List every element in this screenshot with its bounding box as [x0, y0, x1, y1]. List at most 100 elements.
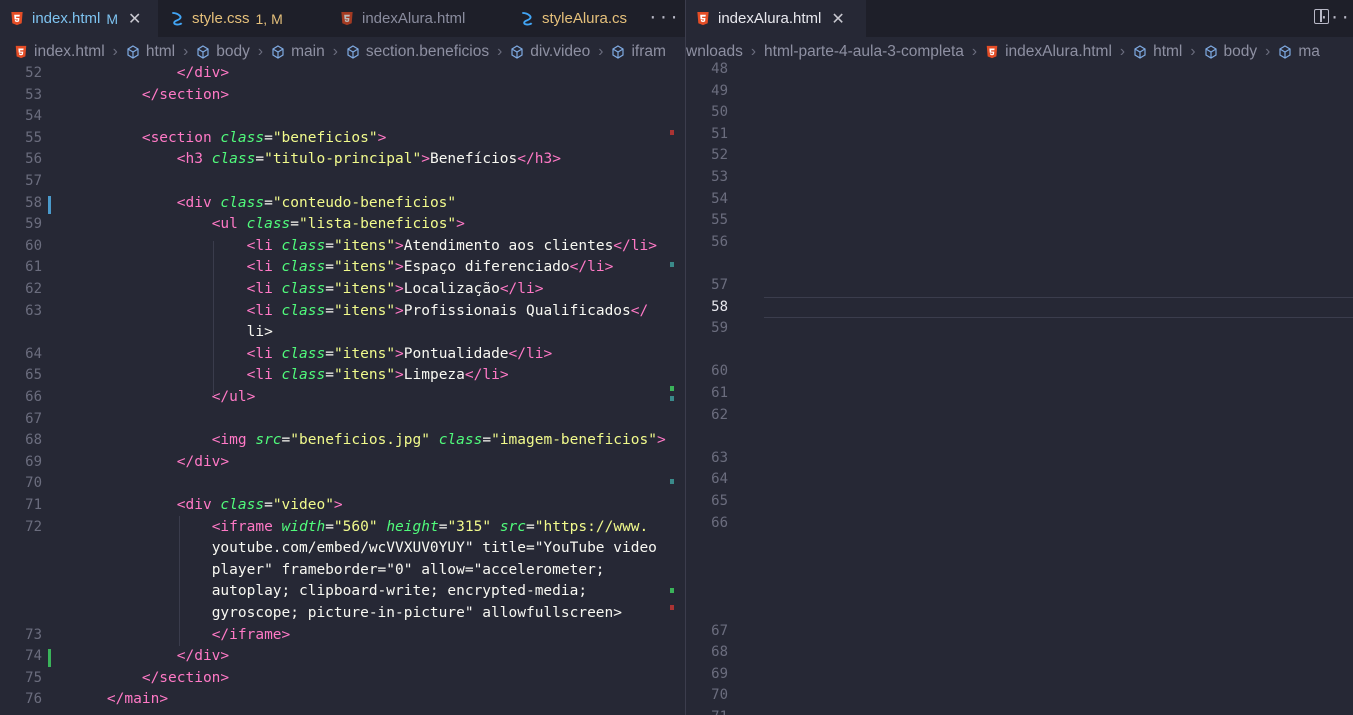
breadcrumb-label: section.beneficios: [365, 42, 490, 60]
vscode-window: index.html M ✕ style.css 1, M indexAlura…: [0, 0, 1353, 715]
tab-status-badge: M: [106, 10, 119, 27]
tab-bar-right: indexAlura.html ✕ ···: [686, 0, 1353, 37]
breadcrumb-item[interactable]: html: [126, 43, 175, 61]
code-text: autoplay; clipboard-write; encrypted-med…: [211, 583, 588, 600]
indent-guide: [213, 241, 214, 396]
breadcrumb-item[interactable]: main: [271, 43, 325, 61]
breadcrumb-label: html: [145, 42, 176, 60]
code-text: </section>: [141, 86, 230, 103]
line-number: 75: [25, 669, 42, 686]
line-number: 61: [711, 385, 728, 401]
breadcrumb-separator: ›: [332, 42, 338, 60]
line-number: 67: [25, 410, 42, 427]
code-text: <li class="itens">Espaço diferenciado</l…: [246, 259, 614, 276]
tab-style-css[interactable]: style.css 1, M: [160, 0, 328, 37]
line-number: 65: [711, 493, 728, 509]
line-number: 52: [25, 65, 42, 81]
code-text: youtube.com/embed/wcVVXUV0YUY" title="Yo…: [211, 540, 657, 557]
line-number: 64: [711, 471, 728, 488]
element-symbol-icon: [127, 44, 139, 59]
close-icon[interactable]: ✕: [831, 9, 844, 29]
code-text: <li class="itens">Atendimento aos client…: [246, 237, 657, 254]
line-number: 61: [25, 259, 42, 276]
line-number: 56: [711, 233, 728, 250]
line-number: 71: [686, 707, 728, 715]
code-editor-left[interactable]: 52 </div> 53 </section> 54 55 <section clas…: [0, 65, 685, 715]
more-actions-icon[interactable]: ···: [1319, 8, 1351, 27]
minimap-marker: [670, 130, 674, 135]
close-icon[interactable]: ✕: [128, 9, 141, 29]
line-number: 70: [25, 475, 42, 492]
indent-guide: [179, 516, 180, 646]
minimap-marker: [670, 479, 674, 484]
breadcrumb-item[interactable]: html: [1133, 43, 1182, 61]
line-number: 57: [711, 277, 728, 293]
code-text: <li class="itens">Pontualidade</li>: [246, 345, 553, 362]
line-number: 52: [711, 147, 728, 164]
minimap-marker: [670, 605, 674, 610]
line-number: 60: [25, 237, 42, 254]
line-number: 59: [711, 320, 728, 337]
tab-stylealura-css[interactable]: styleAlura.cs: [510, 0, 645, 37]
element-symbol-icon: [1279, 44, 1291, 59]
breadcrumb-label: wnloads: [686, 42, 743, 60]
breadcrumb-item[interactable]: div.video: [510, 43, 590, 61]
line-number: 53: [711, 169, 728, 185]
breadcrumb-item[interactable]: body: [196, 43, 250, 61]
code-text: <img src="beneficios.jpg" class="imagem-…: [211, 432, 666, 449]
breadcrumb-label: body: [1223, 42, 1258, 60]
tab-label: indexAlura.html: [362, 10, 466, 27]
breadcrumb-label: ifram: [631, 42, 666, 60]
code-text: </div>: [176, 648, 230, 665]
git-added-marker: [48, 649, 51, 667]
code-editor-right[interactable]: 48 </div>49 </section>5051 <section clas…: [686, 61, 1353, 715]
line-number: 69: [711, 665, 728, 682]
code-text: </div>: [176, 65, 230, 81]
line-number: 54: [25, 108, 42, 125]
breadcrumb-label: html-parte-4-aula-3-completa: [764, 42, 964, 60]
breadcrumb-item[interactable]: body: [1204, 42, 1258, 61]
tab-indexalura-html[interactable]: indexAlura.html ✕: [686, 0, 866, 37]
code-text: <div class="conteudo-beneficios": [176, 194, 457, 211]
breadcrumb-item[interactable]: wnloads: [686, 43, 743, 61]
breadcrumb-item[interactable]: section.beneficios: [346, 43, 489, 61]
line-number: 54: [711, 190, 728, 207]
line-number: 48: [711, 61, 728, 77]
line-number: 60: [711, 363, 728, 380]
tab-indexalura-html[interactable]: indexAlura.html: [330, 0, 508, 37]
element-symbol-icon: [197, 44, 209, 59]
minimap-marker: [670, 588, 674, 593]
line-number: 57: [25, 173, 42, 189]
breadcrumb-item[interactable]: indexAlura.html: [985, 43, 1112, 61]
element-symbol-icon: [511, 44, 523, 59]
line-number: 66: [711, 514, 728, 531]
breadcrumb-item[interactable]: ifram: [611, 42, 666, 61]
minimap-marker: [670, 386, 674, 391]
breadcrumb-label: index.html: [34, 42, 105, 60]
more-actions-icon[interactable]: ···: [648, 8, 680, 27]
code-text: </section>: [141, 669, 230, 686]
line-number: 67: [711, 622, 728, 639]
breadcrumb-item[interactable]: ma: [1278, 43, 1320, 61]
code-text: <li class="itens">Profissionais Qualific…: [246, 302, 649, 319]
tab-label: indexAlura.html: [718, 10, 822, 27]
html-file-icon: [986, 45, 998, 58]
breadcrumb-separator: ›: [598, 42, 604, 60]
code-text: player" frameborder="0" allow="accelerom…: [211, 561, 605, 578]
line-number: 59: [25, 216, 42, 233]
html-file-icon: [15, 45, 27, 58]
editor-group-left: index.html M ✕ style.css 1, M indexAlura…: [0, 0, 685, 715]
line-number: 66: [25, 389, 42, 405]
line-number: 74: [25, 648, 42, 665]
line-number: 53: [25, 86, 42, 103]
tab-label: index.html: [32, 10, 101, 27]
breadcrumb-item[interactable]: index.html: [14, 43, 105, 61]
code-text: </div>: [176, 453, 230, 470]
code-text: </main>: [106, 691, 169, 708]
tab-index-html[interactable]: index.html M ✕: [0, 0, 158, 37]
breadcrumb-label: div.video: [530, 42, 591, 60]
code-text: <div class="video">: [176, 497, 343, 513]
current-line-highlight: [764, 296, 1353, 318]
breadcrumb-separator: ›: [183, 42, 189, 60]
breadcrumb-item[interactable]: html-parte-4-aula-3-completa: [764, 43, 964, 61]
